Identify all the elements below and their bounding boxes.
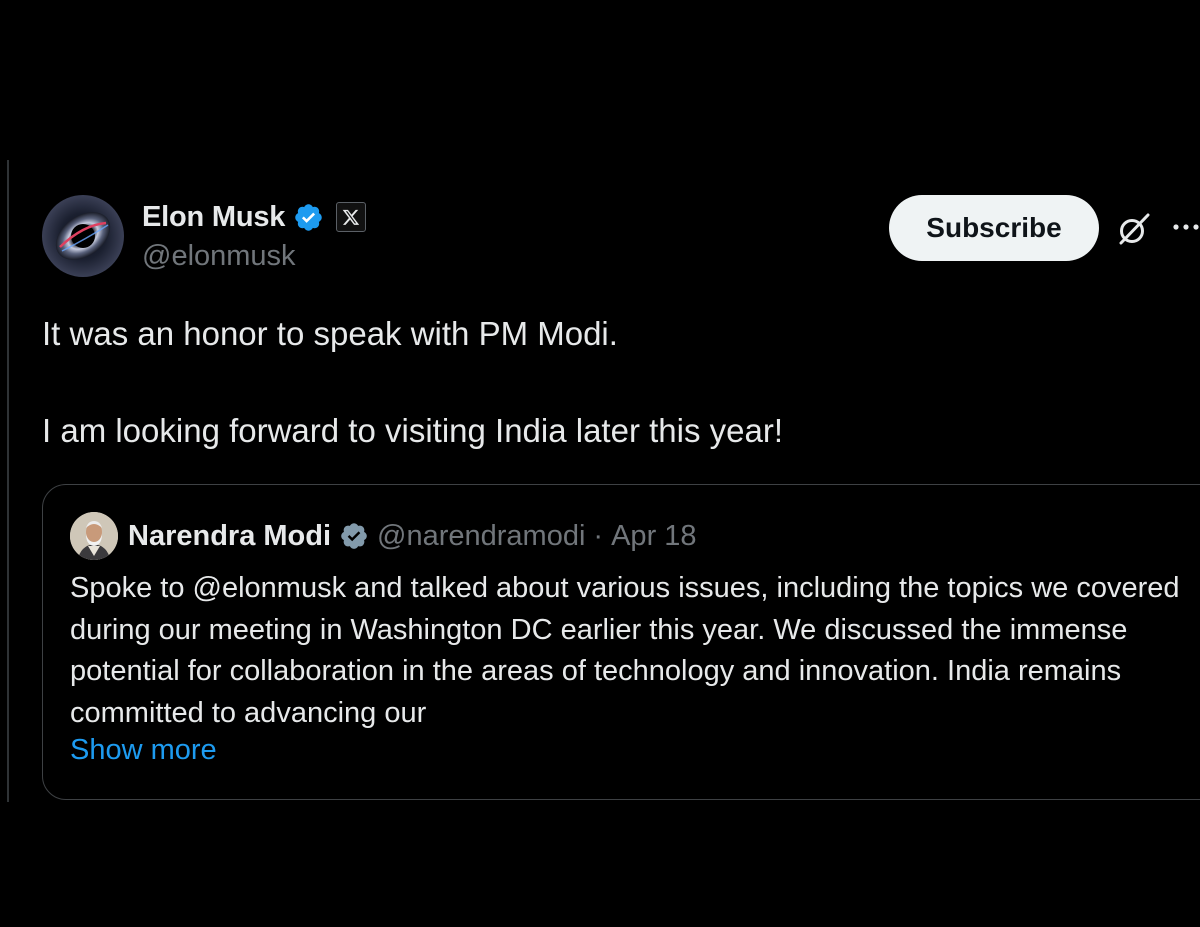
author-handle[interactable]: @elonmusk — [142, 240, 296, 273]
thread-line — [7, 160, 9, 802]
separator-dot: · — [593, 519, 604, 552]
author-name-row: Elon Musk — [142, 197, 367, 237]
quoted-author-avatar[interactable] — [70, 512, 118, 560]
subscribe-button[interactable]: Subscribe — [889, 195, 1099, 261]
tweet-paragraph: I am looking forward to visiting India l… — [42, 412, 784, 449]
quoted-tweet-date[interactable]: Apr 18 — [611, 520, 696, 553]
verified-badge-icon[interactable] — [293, 202, 324, 233]
author-avatar[interactable] — [42, 195, 124, 277]
tweet-text: It was an honor to speak with PM Modi. I… — [42, 312, 1162, 453]
quoted-author-name[interactable]: Narendra Modi — [128, 520, 331, 553]
quoted-author-handle[interactable]: @narendramodi — [377, 520, 585, 553]
tweet-paragraph: It was an honor to speak with PM Modi. — [42, 315, 618, 352]
quoted-tweet-header: Narendra Modi @narendramodi · Apr 18 — [128, 515, 697, 557]
quoted-tweet-text: Spoke to @elonmusk and talked about vari… — [70, 572, 1180, 729]
show-more-link[interactable]: Show more — [70, 734, 217, 767]
tweet-screenshot: Elon Musk @elonmusk Subscribe It was an — [0, 0, 1200, 927]
verified-badge-icon[interactable] — [339, 521, 369, 551]
x-logo-icon[interactable] — [336, 202, 367, 232]
grok-icon[interactable] — [1115, 210, 1153, 248]
more-icon[interactable] — [1170, 212, 1200, 242]
author-display-name[interactable]: Elon Musk — [142, 201, 285, 234]
